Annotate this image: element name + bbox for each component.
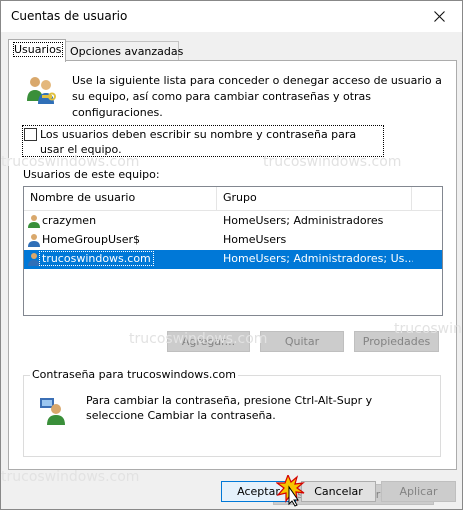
row-username: HomeGroupUser$ bbox=[42, 233, 141, 246]
users-list-label: Usuarios de este equipo: bbox=[23, 168, 160, 181]
password-groupbox: Contraseña para trucoswindows.com Para c… bbox=[23, 368, 441, 505]
table-row-selected[interactable]: trucoswindows.com HomeUsers; Administrad… bbox=[24, 250, 442, 269]
column-header-group[interactable]: Grupo bbox=[217, 187, 412, 210]
user-accounts-window: Cuentas de usuario Usuarios Opciones ava… bbox=[0, 0, 463, 510]
user-icon bbox=[28, 234, 40, 247]
close-icon bbox=[434, 11, 445, 22]
remove-user-button[interactable]: Quitar bbox=[260, 331, 344, 352]
table-row[interactable]: crazymen HomeUsers; Administradores bbox=[24, 212, 442, 231]
user-icon bbox=[28, 215, 40, 228]
row-group: HomeUsers; Administradores; Us... bbox=[223, 252, 413, 265]
row-group: HomeUsers; Administradores bbox=[223, 214, 384, 227]
row-username: trucoswindows.com bbox=[39, 251, 154, 266]
table-row[interactable]: HomeGroupUser$ HomeUsers bbox=[24, 231, 442, 250]
require-login-checkbox[interactable] bbox=[24, 128, 37, 141]
watermark: trucoswindows.com bbox=[1, 469, 140, 485]
user-icon bbox=[28, 253, 40, 266]
close-button[interactable] bbox=[417, 1, 462, 32]
cancel-button[interactable]: Cancelar bbox=[301, 481, 376, 502]
column-header-username[interactable]: Nombre de usuario bbox=[24, 187, 217, 210]
row-group: HomeUsers bbox=[223, 233, 287, 246]
password-instructions: Para cambiar la contraseña, presione Ctr… bbox=[86, 394, 373, 422]
users-list-header: Nombre de usuario Grupo bbox=[24, 187, 442, 211]
apply-button[interactable]: Aplicar bbox=[381, 481, 456, 502]
ok-button[interactable]: Aceptar bbox=[221, 481, 296, 502]
users-tab-panel: Use la siguiente lista para conceder o d… bbox=[8, 60, 457, 505]
require-login-label: Los usuarios deben escribir su nombre y … bbox=[40, 128, 357, 156]
tab-opciones-avanzadas[interactable]: Opciones avanzadas bbox=[64, 41, 183, 61]
row-username: crazymen bbox=[42, 214, 97, 227]
users-list[interactable]: Nombre de usuario Grupo crazymen HomeUse… bbox=[23, 186, 443, 316]
require-login-option[interactable]: Los usuarios deben escribir su nombre y … bbox=[22, 125, 384, 157]
add-user-button[interactable]: Agregar... bbox=[167, 331, 250, 352]
tab-opciones-avanzadas-label: Opciones avanzadas bbox=[70, 45, 184, 58]
password-group-title: Contraseña para trucoswindows.com bbox=[30, 368, 238, 381]
title-bar: Cuentas de usuario bbox=[1, 1, 462, 32]
window-title: Cuentas de usuario bbox=[11, 9, 128, 23]
key-icon bbox=[40, 398, 65, 425]
intro-text: Use la siguiente lista para conceder o d… bbox=[72, 74, 442, 119]
properties-button[interactable]: Propiedades bbox=[354, 331, 439, 352]
tab-usuarios[interactable]: Usuarios bbox=[8, 39, 66, 62]
tab-usuarios-label: Usuarios bbox=[13, 42, 63, 57]
users-icon bbox=[27, 77, 56, 104]
